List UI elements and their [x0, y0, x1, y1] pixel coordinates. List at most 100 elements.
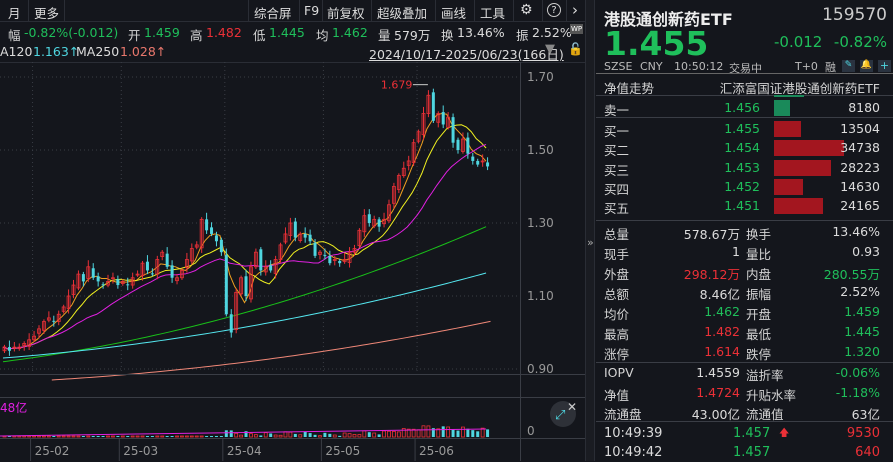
candle-down	[210, 227, 214, 234]
volume-bar	[303, 431, 307, 437]
dropdown-triangle-icon[interactable]: ▼	[545, 42, 555, 57]
detail-label: 跌停	[746, 347, 772, 362]
wp-icon[interactable]: WP	[570, 24, 584, 34]
volume-bar	[338, 435, 342, 437]
security-code: 159570	[822, 5, 887, 25]
candle-down	[308, 234, 312, 242]
draw-button[interactable]: 画线	[441, 3, 466, 22]
detail-value: 1.462	[704, 304, 740, 319]
volume-bar	[461, 426, 465, 438]
detail-label: 总额	[604, 287, 630, 302]
bid-volume-bar	[774, 178, 803, 195]
volume-bar	[150, 436, 154, 437]
volume-bar	[27, 435, 32, 438]
volume-bar	[293, 433, 297, 437]
candle-down	[377, 219, 381, 227]
forward-adjust-button[interactable]: 前复权	[327, 3, 365, 22]
detail-value: 298.12万	[683, 267, 740, 282]
volume-bar	[446, 426, 451, 438]
candle-down	[456, 139, 460, 150]
volume-bar	[372, 432, 377, 438]
avg-label: 均	[316, 28, 329, 43]
overlay-button[interactable]: 超级叠加	[377, 3, 427, 22]
ma250-value: 1.028↑	[120, 44, 167, 59]
bell-icon[interactable]: 🔔	[860, 60, 873, 72]
chevron-right-icon[interactable]: ›	[572, 1, 578, 19]
ma250-label: MA250	[76, 44, 120, 59]
more-button[interactable]: 更多	[34, 3, 59, 22]
kline-chart[interactable]: 1.70 1.50 1.30 1.10 0.90 25-02 25-03 25-04 25-05…	[0, 62, 585, 461]
quote-detail-row: 净值 1.4724 升贴水率 -1.18%	[596, 383, 888, 403]
change-value: -0.82%(-0.012)	[24, 25, 119, 40]
low-value: 1.445	[269, 25, 305, 40]
detail-value: 1.482	[704, 324, 740, 339]
x-tick-label: 25-02	[35, 444, 70, 458]
bid-level-label: 买二	[604, 143, 630, 159]
gear-icon[interactable]: ⚙	[520, 2, 533, 18]
volume-bar	[81, 436, 85, 437]
date-range-link[interactable]: 2024/10/17-2025/06/23(166日)	[369, 44, 564, 63]
volume-bar	[46, 435, 51, 438]
volume-bar	[160, 435, 165, 438]
quote-detail-row: 总额 8.46亿 振幅 2.52%	[596, 282, 888, 302]
period-month-button[interactable]: 月	[8, 3, 21, 22]
x-tick-label: 25-05	[325, 444, 360, 458]
bid-row[interactable]: 买五 1.451 24165	[596, 196, 888, 216]
bid-row[interactable]: 买二 1.454 34738	[596, 138, 888, 159]
tools-button[interactable]: 工具	[480, 3, 505, 22]
volume-bar	[347, 433, 352, 438]
volume-bar	[56, 435, 61, 438]
volume-bar	[352, 434, 357, 438]
help-icon[interactable]: ?	[547, 3, 561, 17]
detail-value: 1	[732, 244, 740, 259]
y-tick-label: 1.50	[527, 143, 554, 157]
y-tick-label: 1.30	[527, 216, 554, 230]
bid-price: 1.451	[724, 198, 760, 214]
composite-screen-button[interactable]: 综合屏	[254, 3, 292, 22]
bid-volume-bar	[774, 140, 844, 157]
volume-bar	[323, 432, 327, 437]
volume-bar	[189, 435, 194, 438]
volume-bar	[175, 435, 179, 438]
ask-volume-bar	[774, 100, 790, 116]
volume-bar	[278, 434, 283, 438]
quote-detail-row: IOPV 1.4559 溢折率 -0.06%	[596, 363, 888, 383]
bid-volume: 34738	[840, 140, 880, 156]
x-tick-label: 25-03	[123, 444, 158, 458]
pencil-icon[interactable]: ✎	[842, 60, 855, 72]
collapse-arrow-icon[interactable]: »	[587, 236, 594, 249]
lock-icon[interactable]: 🔓	[568, 42, 583, 56]
turnover-value: 13.46%	[457, 25, 505, 40]
panel-divider[interactable]: »	[585, 0, 595, 461]
volume-bar	[332, 434, 337, 438]
bid-row[interactable]: 买一 1.455 13504	[596, 119, 888, 139]
volume-bar	[165, 436, 169, 437]
candle-down	[7, 347, 11, 351]
bid-volume: 28223	[840, 159, 880, 175]
tick-time: 10:49:39	[604, 426, 663, 441]
volume-bar	[377, 434, 381, 437]
ask-price: 1.456	[724, 100, 760, 115]
detail-label: 升贴水率	[746, 387, 797, 403]
candle-down	[466, 137, 470, 154]
volume-bar	[362, 430, 367, 438]
volume-bar	[76, 435, 81, 438]
bid-row[interactable]: 买三 1.453 28223	[596, 158, 888, 178]
candle-down	[96, 276, 100, 282]
volume-bar	[486, 429, 490, 437]
detail-label: 溢折率	[746, 368, 784, 383]
nav-trend-row[interactable]: 净值走势 汇添富国证港股通创新药ETF	[596, 76, 888, 96]
candle-down	[486, 162, 490, 167]
volume-bar	[145, 436, 149, 437]
close-icon[interactable]: ✕	[567, 400, 577, 414]
t0-badge: T+0	[795, 60, 818, 73]
volume-bar	[111, 435, 115, 438]
volume-bar	[120, 435, 125, 438]
add-icon[interactable]: +	[878, 60, 891, 72]
ask-row[interactable]: 卖一 1.456 8180	[596, 98, 888, 118]
volume-bar	[342, 432, 347, 438]
bid-row[interactable]: 买四 1.452 14630	[596, 177, 888, 197]
volume-bar	[234, 432, 239, 438]
f9-button[interactable]: F9	[304, 3, 319, 18]
detail-label: 均价	[604, 307, 630, 322]
